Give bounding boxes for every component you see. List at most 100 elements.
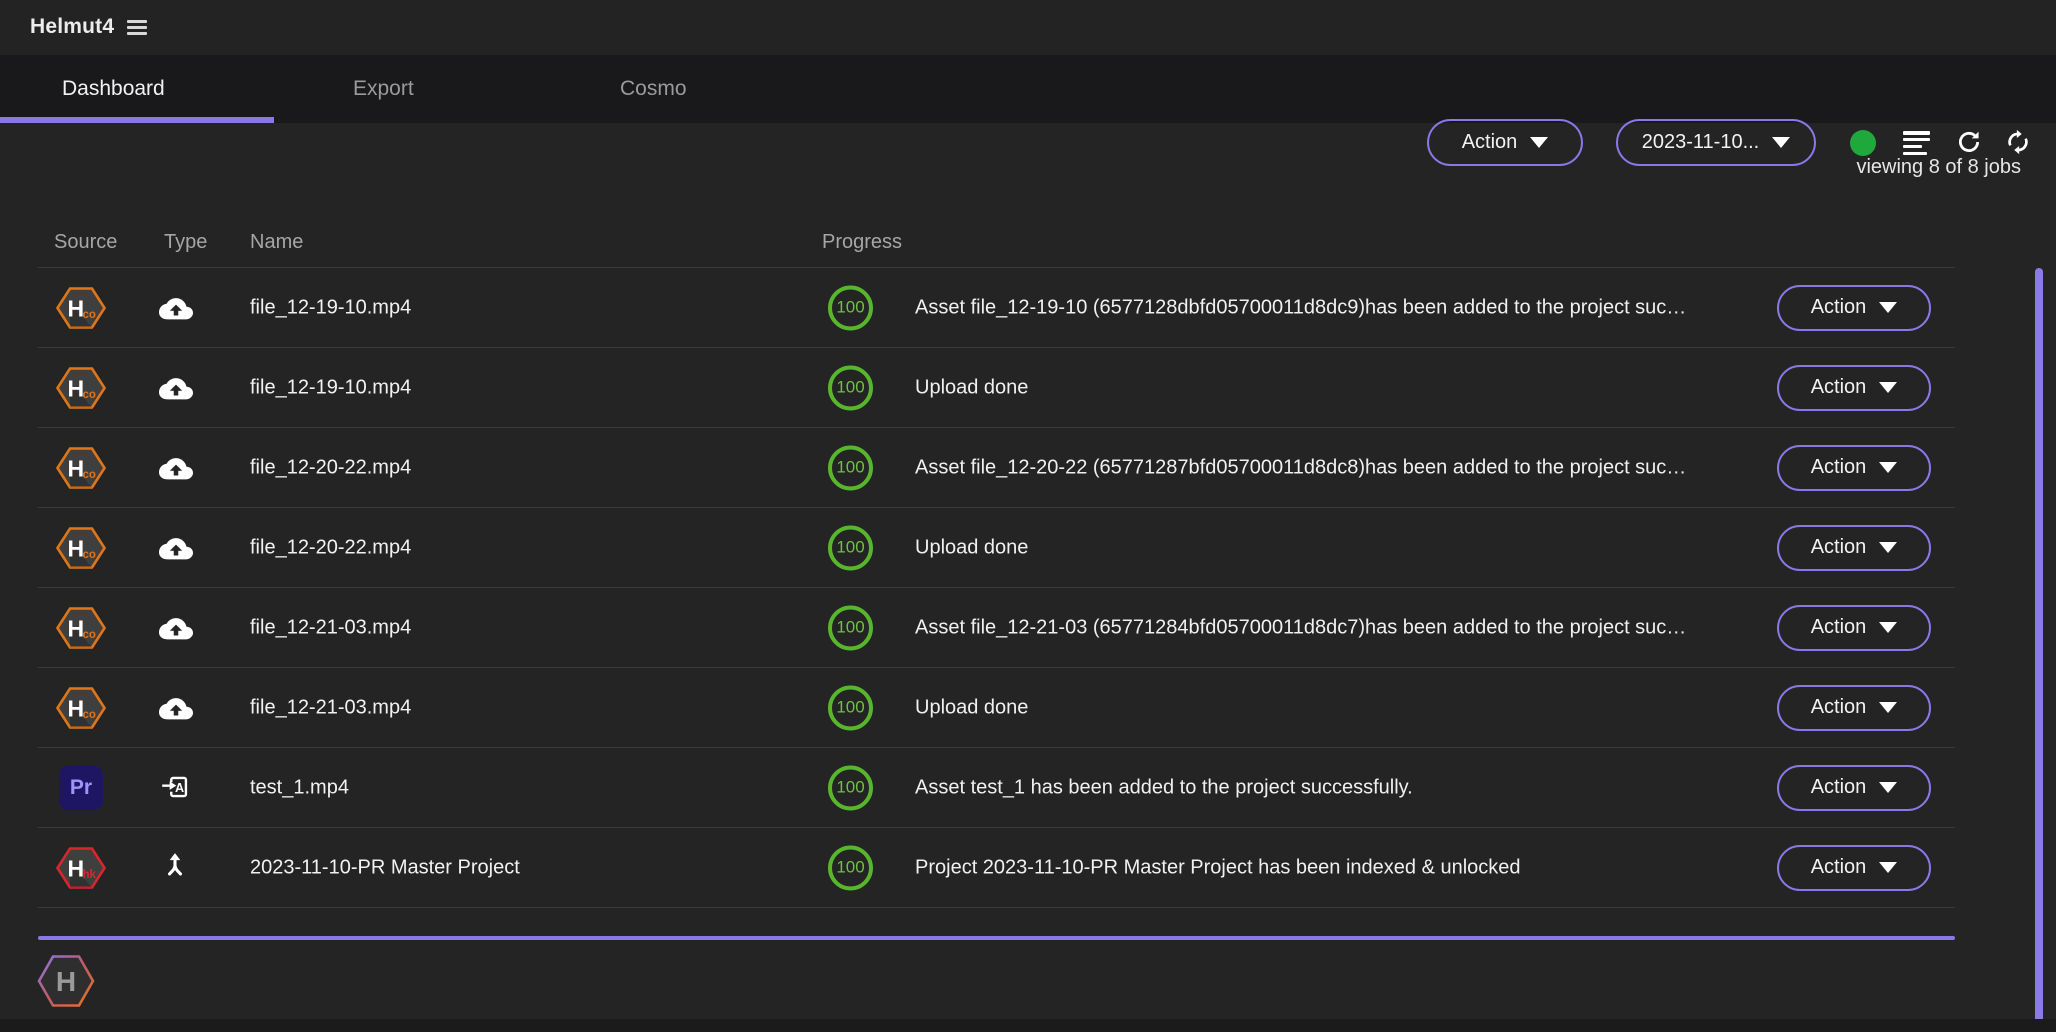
- tab-cosmo[interactable]: Cosmo: [620, 55, 687, 123]
- table-header-row: Source Type Name Progress: [38, 215, 1955, 268]
- row-action-dropdown-button[interactable]: Action: [1777, 605, 1931, 651]
- svg-text:co: co: [83, 309, 96, 321]
- vertical-scrollbar-thumb[interactable]: [2035, 268, 2043, 1032]
- active-tab-indicator: [0, 117, 274, 123]
- row-action-label: Action: [1811, 456, 1867, 479]
- column-header-source: Source: [54, 231, 117, 254]
- row-action-label: Action: [1811, 536, 1867, 559]
- tab-dashboard-label: Dashboard: [62, 77, 165, 101]
- cloud-upload-icon: [159, 451, 193, 485]
- type-cell: [159, 851, 193, 885]
- refresh-icon[interactable]: [1955, 128, 1983, 156]
- helmut4-logo-icon: H: [37, 953, 95, 1009]
- progress-value: 100: [836, 538, 864, 558]
- source-cell: Pr: [56, 766, 106, 810]
- cloud-upload-icon: [159, 531, 193, 565]
- progress-ring: 100: [828, 845, 873, 890]
- helmut-cosmo-source-icon: H co: [56, 286, 106, 330]
- row-action-dropdown-button[interactable]: Action: [1777, 685, 1931, 731]
- table-row: H co file_12-20-22.mp4 100 Asset file_12…: [38, 428, 1955, 508]
- tab-dashboard[interactable]: Dashboard: [62, 55, 165, 123]
- footer-logo-letter: H: [56, 966, 76, 997]
- progress-value: 100: [836, 858, 864, 878]
- helmut-cosmo-source-icon: H co: [56, 526, 106, 570]
- progress-ring: 100: [828, 685, 873, 730]
- sync-icon[interactable]: [2004, 128, 2032, 156]
- row-action-dropdown-button[interactable]: Action: [1777, 285, 1931, 331]
- column-header-name: Name: [250, 231, 303, 254]
- chevron-down-icon: [1879, 382, 1897, 393]
- chevron-down-icon: [1772, 137, 1790, 148]
- type-cell: A: [159, 771, 193, 805]
- table-row: H co file_12-19-10.mp4 100 Asset file_12…: [38, 268, 1955, 348]
- row-action-label: Action: [1811, 776, 1867, 799]
- source-cell: H co: [56, 606, 106, 650]
- footer-divider: [38, 936, 1955, 940]
- log-list-icon[interactable]: [1903, 131, 1931, 159]
- progress-ring: 100: [828, 285, 873, 330]
- row-action-dropdown-button[interactable]: Action: [1777, 445, 1931, 491]
- row-action-label: Action: [1811, 856, 1867, 879]
- job-status-message: Upload done: [915, 376, 1028, 399]
- table-row: H co file_12-21-03.mp4 100 Upload done A…: [38, 668, 1955, 748]
- source-cell: H hk: [56, 846, 106, 890]
- progress-ring: 100: [828, 525, 873, 570]
- row-action-dropdown-button[interactable]: Action: [1777, 765, 1931, 811]
- cloud-upload-icon: [159, 291, 193, 325]
- helmut-cosmo-source-icon: H co: [56, 606, 106, 650]
- svg-text:co: co: [83, 709, 96, 721]
- jobs-table: Source Type Name Progress H co fil: [38, 215, 1955, 908]
- action-dropdown-label: Action: [1462, 131, 1518, 154]
- job-status-message: Upload done: [915, 536, 1028, 559]
- row-action-label: Action: [1811, 616, 1867, 639]
- type-cell: [159, 691, 193, 725]
- import-icon: A: [159, 771, 191, 803]
- cloud-upload-icon: [159, 691, 193, 725]
- progress-value: 100: [836, 698, 864, 718]
- progress-value: 100: [836, 618, 864, 638]
- chevron-down-icon: [1530, 137, 1548, 148]
- row-action-dropdown-button[interactable]: Action: [1777, 365, 1931, 411]
- tab-bar: Dashboard Export Cosmo Action 2023-11-10…: [0, 55, 2056, 123]
- topbar: Helmut4: [0, 0, 2056, 55]
- progress-value: 100: [836, 298, 864, 318]
- cloud-upload-icon: [159, 611, 193, 645]
- helmut-cosmo-source-icon: H co: [56, 446, 106, 490]
- svg-text:co: co: [83, 549, 96, 561]
- row-action-dropdown-button[interactable]: Action: [1777, 845, 1931, 891]
- chevron-down-icon: [1879, 622, 1897, 633]
- premiere-pro-source-icon: Pr: [59, 766, 103, 810]
- hamburger-menu-icon[interactable]: [127, 20, 147, 36]
- helmut-housekeeper-source-icon: H hk: [56, 846, 106, 890]
- table-row: H co file_12-19-10.mp4 100 Upload done A…: [38, 348, 1955, 428]
- helmut-cosmo-source-icon: H co: [56, 366, 106, 410]
- chevron-down-icon: [1879, 542, 1897, 553]
- table-body: H co file_12-19-10.mp4 100 Asset file_12…: [38, 268, 1955, 908]
- helmut-cosmo-source-icon: H co: [56, 686, 106, 730]
- date-filter-label: 2023-11-10...: [1642, 131, 1760, 154]
- cloud-upload-icon: [159, 371, 193, 405]
- table-row: H co file_12-21-03.mp4 100 Asset file_12…: [38, 588, 1955, 668]
- job-name: file_12-19-10.mp4: [250, 376, 411, 399]
- jobs-count-summary: viewing 8 of 8 jobs: [1856, 156, 2021, 179]
- date-filter-dropdown[interactable]: 2023-11-10...: [1616, 119, 1816, 166]
- type-cell: [159, 371, 193, 405]
- source-cell: H co: [56, 686, 106, 730]
- job-status-message: Asset test_1 has been added to the proje…: [915, 776, 1413, 799]
- type-cell: [159, 291, 193, 325]
- tab-export[interactable]: Export: [353, 55, 414, 123]
- type-cell: [159, 531, 193, 565]
- column-header-type: Type: [164, 231, 207, 254]
- action-dropdown-button[interactable]: Action: [1427, 119, 1583, 166]
- svg-text:co: co: [83, 389, 96, 401]
- table-row: H hk 2023-11-10-PR Master Project 100 Pr…: [38, 828, 1955, 908]
- row-action-dropdown-button[interactable]: Action: [1777, 525, 1931, 571]
- job-status-message: Asset file_12-20-22 (65771287bfd05700011…: [915, 456, 1686, 479]
- app-window: Helmut4 Dashboard Export Cosmo Action 20…: [0, 0, 2056, 1032]
- job-name: file_12-20-22.mp4: [250, 456, 411, 479]
- source-cell: H co: [56, 446, 106, 490]
- tab-export-label: Export: [353, 77, 414, 101]
- connection-status-dot: [1850, 130, 1876, 156]
- source-cell: H co: [56, 286, 106, 330]
- job-name: file_12-21-03.mp4: [250, 696, 411, 719]
